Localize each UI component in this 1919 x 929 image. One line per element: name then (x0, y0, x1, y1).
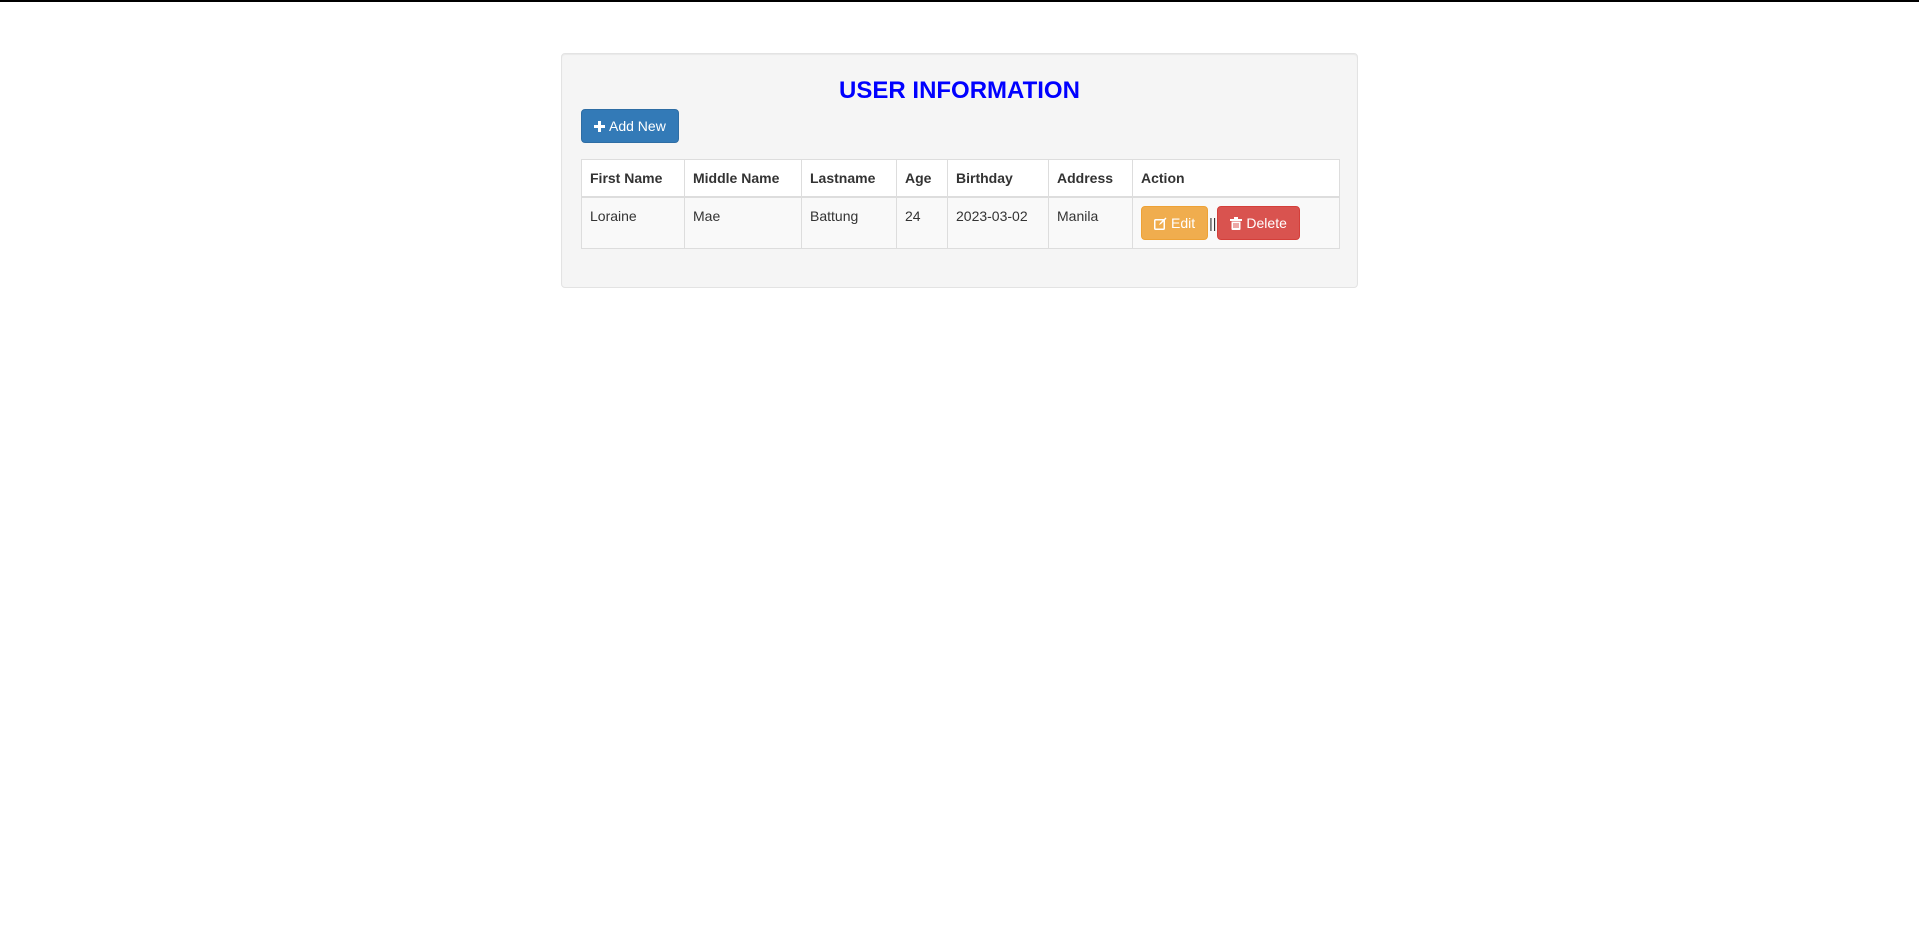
user-table: First Name Middle Name Lastname Age Birt… (581, 159, 1340, 249)
cell-middle-name: Mae (684, 196, 802, 249)
action-separator: || (1209, 215, 1217, 231)
header-birthday: Birthday (947, 159, 1049, 198)
cell-first-name: Loraine (581, 196, 685, 249)
cell-lastname: Battung (801, 196, 897, 249)
table-row: Loraine Mae Battung 24 2023-03-02 Manila (581, 196, 1340, 249)
edit-label: Edit (1171, 215, 1196, 231)
header-middle-name: Middle Name (684, 159, 802, 198)
delete-label: Delete (1246, 215, 1287, 231)
cell-actions: Edit || Delete (1132, 196, 1340, 249)
trash-icon (1230, 216, 1243, 230)
cell-birthday: 2023-03-02 (947, 196, 1049, 249)
header-first-name: First Name (581, 159, 685, 198)
user-info-panel: USER INFORMATION Add New First Name Midd… (561, 53, 1358, 288)
header-lastname: Lastname (801, 159, 897, 198)
top-border (0, 0, 1919, 2)
plus-icon (594, 120, 605, 132)
header-age: Age (896, 159, 948, 198)
edit-button[interactable]: Edit (1141, 206, 1209, 240)
delete-button[interactable]: Delete (1217, 206, 1300, 240)
page-title: USER INFORMATION (839, 77, 1080, 104)
add-new-label: Add New (609, 118, 666, 134)
header-address: Address (1048, 159, 1133, 198)
table-header-row: First Name Middle Name Lastname Age Birt… (581, 159, 1340, 198)
cell-age: 24 (896, 196, 948, 249)
cell-address: Manila (1048, 196, 1133, 249)
header-action: Action (1132, 159, 1340, 198)
add-new-button[interactable]: Add New (581, 109, 679, 143)
edit-icon (1154, 217, 1167, 230)
